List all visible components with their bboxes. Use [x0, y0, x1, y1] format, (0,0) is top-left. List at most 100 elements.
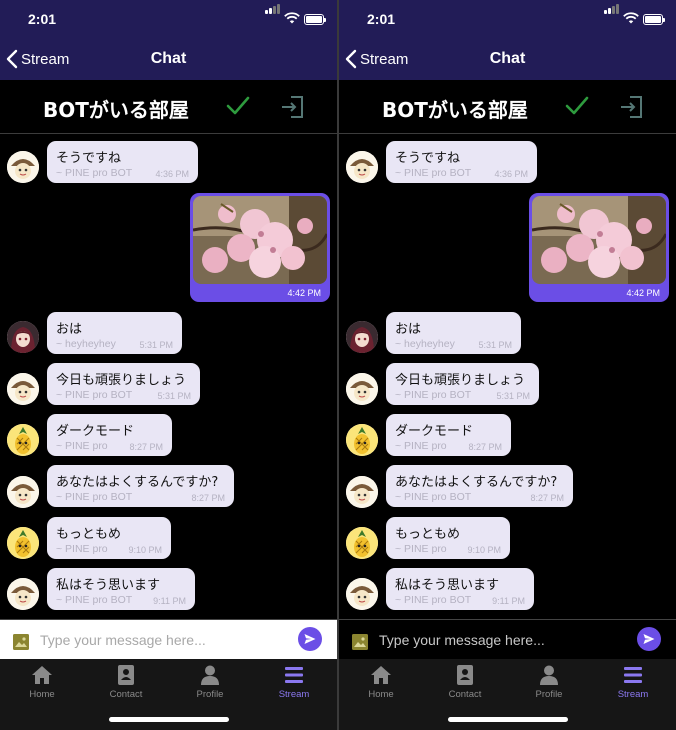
- tab-label: Home: [368, 689, 394, 700]
- anime-girl-avatar[interactable]: [346, 321, 378, 353]
- message-input[interactable]: [40, 626, 290, 654]
- message-bubble[interactable]: おは ~ heyheyhey 5:31 PM: [386, 312, 521, 354]
- chat-screen-light-input: 2:01 Stream Chat BOTがいる部屋 そうですね ~ PINE p…: [0, 0, 337, 730]
- battery-icon: [304, 14, 326, 25]
- bot-character-avatar[interactable]: [346, 151, 378, 183]
- message-time: 4:36 PM: [155, 169, 189, 179]
- cherry-blossom-photo[interactable]: [532, 196, 666, 284]
- message-input[interactable]: [379, 626, 629, 654]
- message-sender: ~ PINE pro BOT: [56, 491, 133, 503]
- message-sender: ~ heyheyhey: [56, 338, 116, 350]
- tab-label: Home: [29, 689, 55, 700]
- wifi-icon: [284, 12, 300, 24]
- navigation-bar: Stream Chat: [339, 40, 676, 80]
- message-time: 4:42 PM: [287, 288, 321, 298]
- bot-character-avatar[interactable]: [7, 373, 39, 405]
- pineapple-avatar[interactable]: [346, 527, 378, 559]
- message-time: 4:36 PM: [494, 169, 528, 179]
- message-sender: ~ PINE pro: [395, 440, 447, 452]
- message-text: おは: [56, 322, 83, 337]
- status-time: 2:01: [28, 11, 57, 27]
- image-message-bubble[interactable]: 4:42 PM: [529, 193, 669, 302]
- pineapple-avatar[interactable]: [346, 424, 378, 456]
- message-composer: [0, 619, 337, 660]
- home-indicator: [448, 717, 568, 722]
- message-text: もっともめ: [56, 527, 122, 542]
- nav-title: Chat: [150, 50, 187, 67]
- send-button[interactable]: [298, 627, 322, 651]
- image-attach-icon[interactable]: [13, 634, 29, 650]
- home-icon: [371, 666, 391, 684]
- message-bubble[interactable]: 私はそう思います ~ PINE pro BOT 9:11 PM: [47, 568, 195, 610]
- message-bubble[interactable]: 今日も頑張りましょう ~ PINE pro BOT 5:31 PM: [386, 363, 539, 405]
- cherry-blossom-photo[interactable]: [193, 196, 327, 284]
- message-time: 9:11 PM: [153, 596, 186, 606]
- wifi-icon: [623, 12, 639, 24]
- send-button[interactable]: [637, 627, 661, 651]
- message-text: 私はそう思います: [56, 578, 161, 593]
- message-text: そうですね: [395, 151, 461, 166]
- bot-character-avatar[interactable]: [346, 373, 378, 405]
- home-indicator: [109, 717, 229, 722]
- pineapple-avatar[interactable]: [7, 527, 39, 559]
- message-bubble[interactable]: あなたはよくするんですか? ~ PINE pro BOT 8:27 PM: [47, 465, 234, 507]
- image-message-bubble[interactable]: 4:42 PM: [190, 193, 330, 302]
- message-text: そうですね: [56, 151, 122, 166]
- stream-icon: [285, 667, 303, 683]
- message-bubble[interactable]: ダークモード ~ PINE pro 8:27 PM: [47, 414, 172, 456]
- tab-contact[interactable]: Contact: [86, 665, 166, 700]
- message-sender: ~ PINE pro BOT: [56, 167, 133, 179]
- contact-book-icon: [118, 665, 134, 685]
- message-bubble[interactable]: 私はそう思います ~ PINE pro BOT 9:11 PM: [386, 568, 534, 610]
- image-attach-icon[interactable]: [352, 634, 368, 650]
- tab-profile[interactable]: Profile: [509, 665, 589, 700]
- message-sender: ~ PINE pro BOT: [395, 594, 472, 606]
- message-text: あなたはよくするんですか?: [395, 475, 558, 490]
- bot-character-avatar[interactable]: [346, 476, 378, 508]
- status-bar: 2:01: [339, 0, 676, 40]
- tab-profile[interactable]: Profile: [170, 665, 250, 700]
- bot-character-avatar[interactable]: [346, 578, 378, 610]
- battery-icon: [643, 14, 665, 25]
- message-bubble[interactable]: もっともめ ~ PINE pro 9:10 PM: [386, 517, 510, 559]
- message-sender: ~ PINE pro BOT: [56, 389, 133, 401]
- anime-girl-avatar[interactable]: [7, 321, 39, 353]
- room-title: BOTがいる部屋: [382, 98, 528, 122]
- exit-room-icon[interactable]: [280, 95, 304, 119]
- exit-room-icon[interactable]: [619, 95, 643, 119]
- tab-stream[interactable]: Stream: [254, 665, 334, 700]
- message-time: 5:31 PM: [139, 340, 173, 350]
- message-list: そうですね ~ PINE pro BOT 4:36 PM 4:42 PM おは …: [339, 134, 676, 619]
- message-composer: [339, 619, 676, 660]
- tab-home[interactable]: Home: [341, 665, 421, 700]
- bot-character-avatar[interactable]: [7, 476, 39, 508]
- check-icon[interactable]: [565, 95, 589, 117]
- contact-book-icon: [457, 665, 473, 685]
- message-bubble[interactable]: もっともめ ~ PINE pro 9:10 PM: [47, 517, 171, 559]
- message-bubble[interactable]: おは ~ heyheyhey 5:31 PM: [47, 312, 182, 354]
- message-bubble[interactable]: あなたはよくするんですか? ~ PINE pro BOT 8:27 PM: [386, 465, 573, 507]
- message-bubble[interactable]: そうですね ~ PINE pro BOT 4:36 PM: [47, 141, 198, 183]
- room-header: BOTがいる部屋: [0, 80, 337, 134]
- message-time: 5:31 PM: [496, 391, 530, 401]
- pineapple-avatar[interactable]: [7, 424, 39, 456]
- message-time: 8:27 PM: [191, 493, 225, 503]
- message-time: 8:27 PM: [129, 442, 163, 452]
- bot-character-avatar[interactable]: [7, 578, 39, 610]
- person-icon: [201, 665, 219, 685]
- message-text: もっともめ: [395, 527, 461, 542]
- message-bubble[interactable]: ダークモード ~ PINE pro 8:27 PM: [386, 414, 511, 456]
- message-text: 今日も頑張りましょう: [395, 373, 526, 388]
- tab-stream[interactable]: Stream: [593, 665, 673, 700]
- message-bubble[interactable]: そうですね ~ PINE pro BOT 4:36 PM: [386, 141, 537, 183]
- message-time: 5:31 PM: [478, 340, 512, 350]
- check-icon[interactable]: [226, 95, 250, 117]
- bot-character-avatar[interactable]: [7, 151, 39, 183]
- tab-home[interactable]: Home: [2, 665, 82, 700]
- tab-contact[interactable]: Contact: [425, 665, 505, 700]
- message-sender: ~ heyheyhey: [395, 338, 455, 350]
- tab-label: Contact: [448, 689, 482, 700]
- room-title: BOTがいる部屋: [43, 98, 189, 122]
- message-time: 8:27 PM: [530, 493, 564, 503]
- message-bubble[interactable]: 今日も頑張りましょう ~ PINE pro BOT 5:31 PM: [47, 363, 200, 405]
